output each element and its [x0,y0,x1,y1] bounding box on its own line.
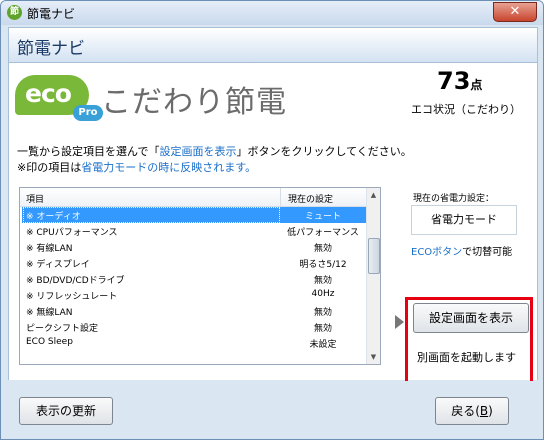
eco-score-label: エコ状況（こだわり） [411,103,521,116]
row-item-label: ※ リフレッシュレート [26,292,118,302]
close-button[interactable]: ✕ [493,2,537,22]
footer-bar: 表示の更新 戻る(B) [1,381,543,439]
column-header-setting[interactable]: 現在の設定 [288,192,333,205]
table-row[interactable]: ※ オーディオ ミュート [22,207,366,223]
eco-score: 73点 [437,67,482,95]
instruction-text: 一覧から設定項目を選んで「 [17,145,160,158]
back-access-key: B [479,404,489,418]
instruction-text: ※印の項目は [17,161,82,174]
eco-score-value: 73 [437,67,471,95]
row-item-label: ※ オーディオ [26,212,81,222]
row-setting-value: 無効 [313,308,332,318]
column-header-item[interactable]: 項目 [26,192,44,205]
instruction-line-2: ※印の項目は省電力モードの時に反映されます。 [17,159,256,175]
instruction-highlight: 設定画面を表示 [159,145,237,158]
table-row[interactable]: ※ CPUパフォーマンス 低パフォーマンス [22,223,366,239]
table-row[interactable]: ピークシフト設定 無効 [22,319,366,335]
open-settings-note: 別画面を起動します [417,351,516,364]
instruction-text: 」ボタンをクリックしてください。 [236,145,412,158]
row-item-label: ※ 無線LAN [26,308,73,318]
eco-button-note-text: で切替可能 [462,247,513,258]
instruction-highlight: 省電力モードの時に反映されます。 [81,161,257,174]
eco-score-unit: 点 [470,78,483,92]
table-row[interactable]: ※ ディスプレイ 明るさ5/12 [22,255,366,271]
row-setting-value: 明るさ5/12 [299,260,347,270]
settings-list[interactable]: 項目 現在の設定 ※ オーディオ ミュート ※ CPUパフォーマンス 低パフォーマンス… [19,187,381,365]
instruction-line-1: 一覧から設定項目を選んで「設定画面を表示」ボタンをクリックしてください。 [17,143,412,159]
table-row[interactable]: ※ 有線LAN 無効 [22,239,366,255]
scroll-up-icon[interactable]: ▲ [367,188,380,202]
show-settings-button[interactable]: 設定画面を表示 [413,303,529,333]
row-setting-value: 40Hz [311,289,335,299]
table-row[interactable]: ※ リフレッシュレート 40Hz [22,287,366,303]
main-content: eco Pro こだわり節電 73点 エコ状況（こだわり） 一覧から設定項目を選… [8,63,538,435]
pro-badge: Pro [73,105,103,121]
row-item-label: ECO Sleep [26,337,73,347]
eco-button-link: ECOボタン [411,247,463,258]
back-label-end: ) [488,404,493,418]
title-bar: 節 節電ナビ ✕ [1,1,543,25]
list-header: 項目 現在の設定 [20,188,366,207]
window-title: 節電ナビ [27,7,76,21]
row-item-label: ※ CPUパフォーマンス [26,228,118,238]
page-title: こだわり節電 [101,85,287,120]
current-power-value: 省電力モード [411,205,517,235]
table-row[interactable]: ※ BD/DVD/CDドライブ 無効 [22,271,366,287]
table-row[interactable]: ※ 無線LAN 無効 [22,303,366,319]
refresh-button[interactable]: 表示の更新 [19,397,113,425]
eco-logo-text: eco [25,79,72,108]
row-item-label: ※ BD/DVD/CDドライブ [26,276,125,286]
row-setting-value: 無効 [313,324,332,334]
row-item-label: ピークシフト設定 [26,324,99,334]
app-icon: 節 [7,5,22,20]
row-setting-value: 低パフォーマンス [287,228,359,238]
header-title: 節電ナビ [17,39,85,59]
row-setting-value: 無効 [313,276,332,286]
table-row[interactable]: ECO Sleep 未設定 [22,335,366,351]
back-button[interactable]: 戻る(B) [435,397,509,425]
list-scrollbar[interactable]: ▲ ▼ [366,188,380,364]
eco-pro-logo: eco Pro [15,71,103,129]
row-item-label: ※ 有線LAN [26,244,73,254]
back-label: 戻る( [451,404,480,418]
row-setting-value: 無効 [313,244,332,254]
row-item-label: ※ ディスプレイ [26,260,90,270]
scroll-down-icon[interactable]: ▼ [367,350,380,364]
row-setting-value: ミュート [280,209,366,222]
row-setting-value: 未設定 [309,340,337,350]
column-divider[interactable] [280,188,281,206]
app-window: 節 節電ナビ ✕ 節電ナビ eco Pro こだわり節電 73点 エコ状況（こだ… [0,0,544,440]
scroll-thumb[interactable] [368,238,380,274]
eco-button-note: ECOボタンで切替可能 [411,243,512,258]
current-power-label: 現在の省電力設定： [413,194,495,204]
header-bar: 節電ナビ [8,27,538,63]
arrow-right-icon [395,315,404,329]
